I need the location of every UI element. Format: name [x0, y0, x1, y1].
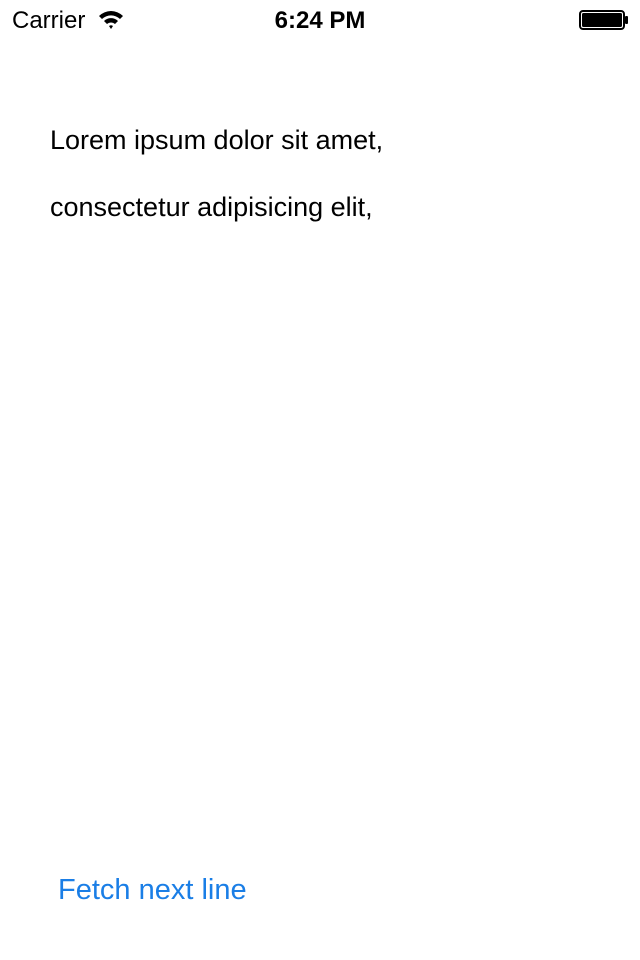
- text-line: Lorem ipsum dolor sit amet,: [50, 125, 384, 155]
- text-lines: Lorem ipsum dolor sit amet, consectetur …: [50, 122, 610, 256]
- fetch-next-line-button[interactable]: Fetch next line: [58, 870, 247, 910]
- text-line: consectetur adipisicing elit,: [50, 192, 373, 222]
- battery-icon: [579, 10, 628, 30]
- status-bar: Carrier 6:24 PM: [0, 0, 640, 40]
- status-time: 6:24 PM: [274, 7, 366, 34]
